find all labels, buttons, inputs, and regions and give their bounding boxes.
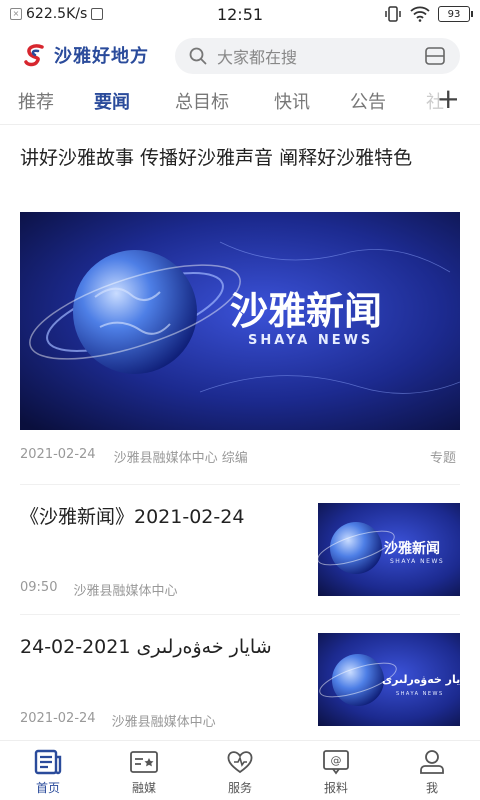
nav-label: 我 [425,781,438,795]
search-icon [189,47,207,65]
nav-label: 首页 [35,781,60,795]
news-item-source: 沙雅县融媒体中心 [73,584,178,599]
tab-recommend[interactable]: 推荐 [18,88,54,114]
search-placeholder: 大家都在搜 [217,48,298,67]
feature-meta: 2021-02-24 沙雅县融媒体中心 综编 专题 [20,447,460,466]
news-item-thumbnail[interactable]: شايار خەۋەرلىرى SHAYA NEWS [318,633,460,726]
news-item-meta: 2021-02-24 沙雅县融媒体中心 [20,711,216,730]
status-right: 93 [384,5,473,23]
app-logo: 沙雅好地方 [22,42,149,68]
news-item-time: 2021-02-24 [20,711,96,726]
tab-overall-goal[interactable]: 总目标 [175,88,229,114]
logo-icon [24,44,44,67]
tab-headlines[interactable]: 要闻 [94,88,130,114]
thumb-title: 沙雅新闻 [384,540,440,557]
nav-media[interactable]: 融媒 [114,749,174,796]
separator [20,614,460,615]
nav-label: 融媒 [131,781,156,795]
heart-icon [227,751,253,774]
nav-home[interactable]: 首页 [18,749,78,796]
feature-tag[interactable]: 专题 [430,447,456,466]
news-item-thumbnail[interactable]: 沙雅新闻 SHAYA NEWS [318,503,460,596]
battery-indicator: 93 [438,6,473,22]
header: 沙雅好地方 大家都在搜 [0,30,480,80]
nav-service[interactable]: 服务 [210,749,270,796]
status-bar: × 622.5K/s 12:51 93 [0,0,480,28]
logo-text: 沙雅好地方 [54,46,149,67]
news-item-title[interactable]: 《沙雅新闻》2021-02-24 [20,504,310,530]
vibrate-icon [385,6,401,22]
nav-me[interactable]: 我 [402,749,462,796]
news-banner-graphic: 沙雅新闻 SHAYA NEWS [20,212,460,430]
nav-report[interactable]: @ 报料 [306,749,366,796]
search-bar[interactable]: 大家都在搜 [175,38,460,74]
report-icon: @ [323,750,349,775]
tab-announcements[interactable]: 公告 [350,88,386,114]
svg-text:@: @ [331,754,342,767]
wifi-icon [410,6,430,22]
media-icon [130,751,158,773]
thumb-title: شايار خەۋەرلىرى [382,673,460,686]
feature-image[interactable]: 沙雅新闻 SHAYA NEWS [20,212,460,430]
user-icon [420,750,444,774]
news-item-time: 09:50 [20,580,58,595]
banner-subtitle: SHAYA NEWS [248,333,373,348]
news-item-title[interactable]: شايار خەۋەرلىرى 2021-02-24 [20,634,310,660]
feature-date: 2021-02-24 [20,447,96,462]
banner-title: 沙雅新闻 [230,289,382,333]
category-tabs: 推荐 要闻 总目标 快讯 公告 社 + [0,82,480,124]
tab-divider [0,124,480,125]
thumb-graphic: 沙雅新闻 SHAYA NEWS [318,503,460,596]
feature-source: 沙雅县融媒体中心 综编 [113,451,248,466]
news-icon [34,749,62,775]
news-item-source: 沙雅县融媒体中心 [111,715,216,730]
bottom-nav: 首页 融媒 服务 @ 报料 我 [0,740,480,800]
nav-label: 报料 [323,781,348,795]
thumb-subtitle: SHAYA NEWS [396,691,444,697]
scan-icon[interactable] [424,46,446,66]
thumb-graphic: شايار خەۋەرلىرى SHAYA NEWS [318,633,460,726]
news-item-meta: 09:50 沙雅县融媒体中心 [20,580,177,599]
tab-flash-news[interactable]: 快讯 [274,88,310,114]
add-tab-button[interactable]: + [437,82,460,115]
nav-label: 服务 [227,781,252,795]
thumb-subtitle: SHAYA NEWS [390,558,444,565]
feature-title[interactable]: 讲好沙雅故事 传播好沙雅声音 阐释好沙雅特色 [20,144,460,172]
separator [20,484,460,485]
